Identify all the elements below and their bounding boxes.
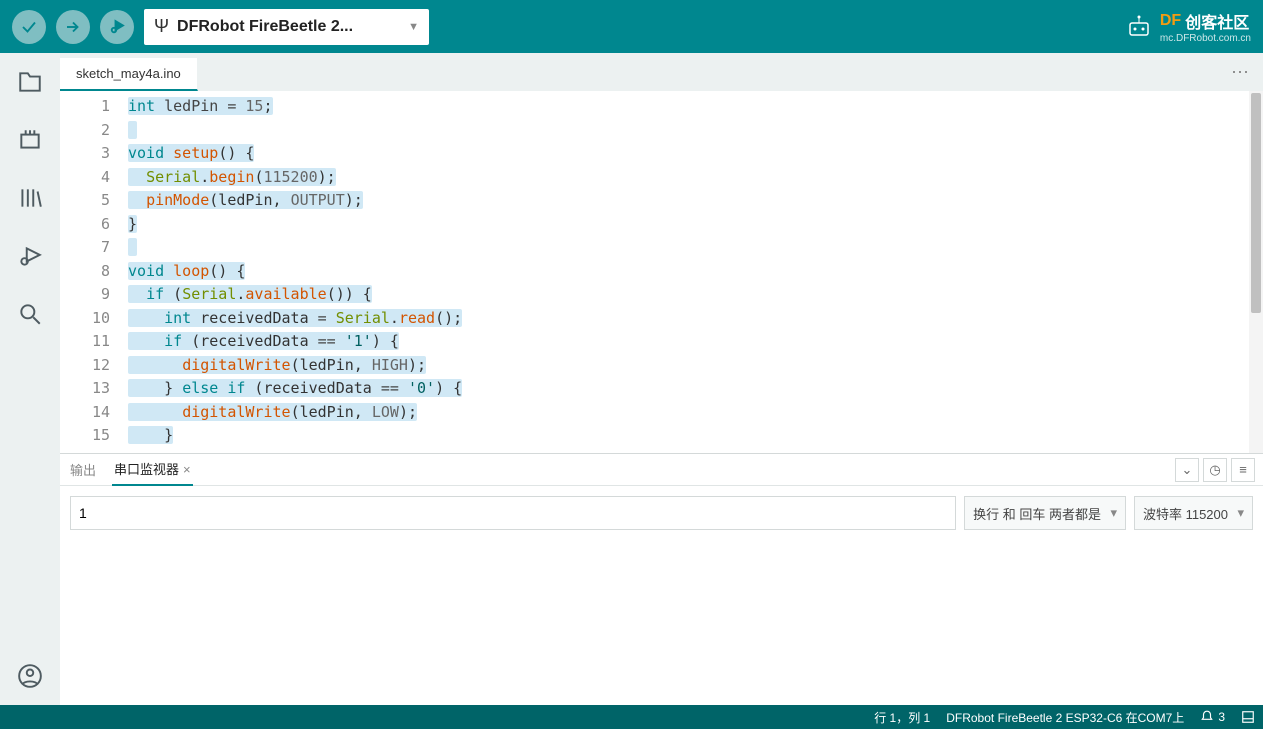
sketchbook-icon[interactable] — [15, 67, 45, 97]
status-bar: 行 1，列 1 DFRobot FireBeetle 2 ESP32-C6 在C… — [0, 705, 1263, 729]
serial-input[interactable] — [70, 496, 956, 530]
baud-select[interactable]: 波特率 115200 — [1134, 496, 1253, 530]
close-icon[interactable]: × — [183, 462, 191, 477]
verify-button[interactable] — [12, 10, 46, 44]
top-toolbar: Ψ DFRobot FireBeetle 2... ▼ DF创客社区 mc.DF… — [0, 0, 1263, 53]
debug-icon[interactable] — [15, 241, 45, 271]
code-area[interactable]: int ledPin = 15; void setup() { Serial.b… — [120, 91, 1249, 453]
activity-bar — [0, 53, 60, 705]
close-panel-icon[interactable] — [1241, 710, 1255, 724]
board-selector[interactable]: Ψ DFRobot FireBeetle 2... ▼ — [144, 9, 429, 45]
collapse-button[interactable]: ⌄ — [1175, 458, 1199, 482]
clear-icon[interactable]: ≡ — [1231, 458, 1255, 482]
search-icon[interactable] — [15, 299, 45, 329]
clock-icon[interactable]: ◷ — [1203, 458, 1227, 482]
output-tab[interactable]: 输出 — [68, 454, 98, 485]
notifications-button[interactable]: 3 — [1200, 710, 1225, 724]
serial-monitor-tab[interactable]: 串口监视器× — [112, 453, 193, 486]
editor-tabs: sketch_may4a.ino ⋯ — [60, 53, 1263, 91]
scrollbar-vertical[interactable] — [1249, 91, 1263, 453]
upload-button[interactable] — [56, 10, 90, 44]
cursor-position: 行 1，列 1 — [874, 709, 930, 726]
account-icon[interactable] — [15, 661, 45, 691]
brand-area: DF创客社区 mc.DFRobot.com.cn — [1124, 9, 1251, 44]
status-board[interactable]: DFRobot FireBeetle 2 ESP32-C6 在COM7上 — [946, 709, 1184, 726]
robot-icon — [1124, 15, 1154, 39]
code-editor[interactable]: 123456789101112131415 int ledPin = 15; v… — [60, 91, 1263, 453]
file-tab[interactable]: sketch_may4a.ino — [60, 57, 198, 91]
line-gutter: 123456789101112131415 — [60, 91, 120, 453]
debug-button[interactable] — [100, 10, 134, 44]
tab-overflow-icon[interactable]: ⋯ — [1217, 62, 1263, 83]
library-manager-icon[interactable] — [15, 183, 45, 213]
board-name: DFRobot FireBeetle 2... — [177, 18, 400, 36]
board-manager-icon[interactable] — [15, 125, 45, 155]
usb-icon: Ψ — [154, 16, 169, 37]
chevron-down-icon: ▼ — [408, 21, 419, 33]
bottom-panel: 输出 串口监视器× ⌄ ◷ ≡ 换行 和 回车 两者都是 波特率 115200 — [60, 453, 1263, 705]
line-ending-select[interactable]: 换行 和 回车 两者都是 — [964, 496, 1126, 530]
